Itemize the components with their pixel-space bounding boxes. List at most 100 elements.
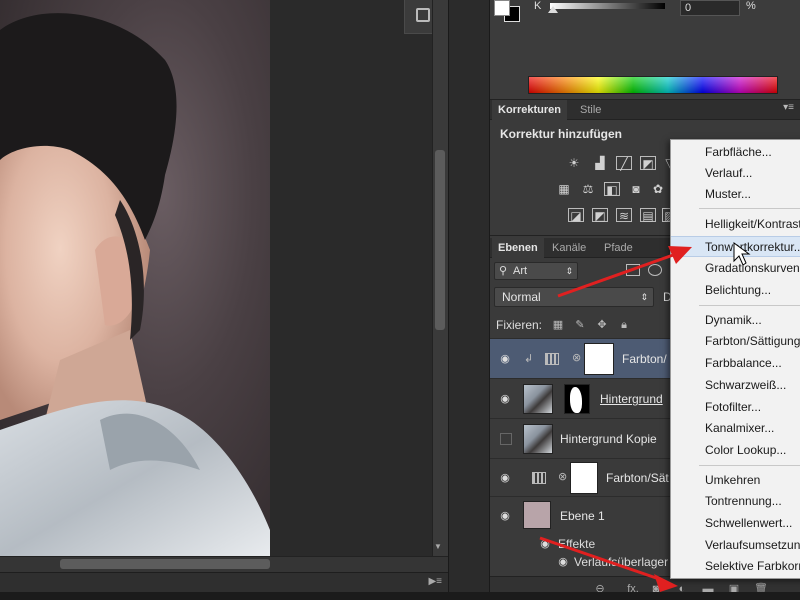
scroll-down-arrow-icon[interactable]: ▼ — [434, 542, 442, 551]
blend-mode-value: Normal — [502, 290, 541, 304]
menu-item-farbbalance[interactable]: Farbbalance... — [671, 353, 800, 374]
curves-icon[interactable]: ╱ — [616, 156, 632, 171]
layer-filter-select[interactable]: ⚲ Art ⇕ — [494, 262, 578, 280]
tab-kanaele[interactable]: Kanäle — [546, 238, 592, 258]
lock-all-icon[interactable]: 🔒︎ — [618, 319, 630, 331]
layer-name[interactable]: Ebene 1 — [560, 509, 605, 523]
k-channel-slider[interactable] — [550, 3, 665, 9]
layer-mask-thumbnail[interactable] — [570, 462, 598, 494]
percent-label: % — [746, 0, 756, 12]
lock-label: Fixieren: — [496, 318, 543, 332]
menu-item-dynamik[interactable]: Dynamik... — [671, 310, 800, 331]
portrait-photo — [0, 13, 270, 556]
filter-adjustment-icon[interactable] — [648, 264, 662, 276]
search-icon: ⚲ — [499, 265, 508, 277]
tab-ebenen[interactable]: Ebenen — [492, 238, 544, 258]
effects-label[interactable]: Effekte — [558, 537, 595, 551]
layer-mask-thumbnail[interactable] — [584, 343, 614, 375]
status-menu-icon[interactable]: ▶≡ — [428, 576, 442, 587]
filter-pixel-icon[interactable] — [626, 264, 640, 276]
menu-item-kanalmixer[interactable]: Kanalmixer... — [671, 418, 800, 439]
chain-link-icon[interactable]: ⊗ — [572, 351, 581, 364]
k-slider-thumb[interactable] — [548, 6, 558, 13]
channel-mixer-icon[interactable]: ✿ — [650, 182, 666, 196]
photo-filter-icon[interactable]: ◙ — [628, 182, 644, 196]
layer-thumbnail[interactable] — [523, 501, 551, 529]
lock-move-icon[interactable]: ✥ — [596, 319, 608, 331]
sun-icon[interactable]: ☀ — [566, 156, 582, 170]
invert-icon[interactable]: ◪ — [568, 208, 584, 223]
tab-pfade[interactable]: Pfade — [598, 238, 639, 258]
adjustments-tabbar: Korrekturen Stile ▾≡ — [490, 100, 800, 120]
panel-menu-icon[interactable]: ▾≡ — [783, 102, 794, 113]
menu-item-helligkeit-kontrast[interactable]: Helligkeit/Kontrast... — [671, 214, 800, 235]
layer-name[interactable]: Hintergrund — [600, 392, 663, 406]
menu-item-tontrennung[interactable]: Tontrennung... — [671, 491, 800, 512]
eye-icon[interactable]: ◉ — [498, 471, 512, 485]
effect-item[interactable]: Verlaufsüberlager — [574, 555, 668, 569]
tab-korrekturen[interactable]: Korrekturen — [492, 100, 567, 120]
menu-item-schwellenwert[interactable]: Schwellenwert... — [671, 513, 800, 534]
adjustment-layer-icon — [532, 472, 546, 484]
menu-item-farbflaeche[interactable]: Farbfläche... — [671, 142, 800, 163]
menu-item-belichtung[interactable]: Belichtung... — [671, 280, 800, 301]
menu-item-fotofilter[interactable]: Fotofilter... — [671, 397, 800, 418]
lock-transparent-icon[interactable]: ▦ — [552, 319, 564, 331]
tab-stile[interactable]: Stile — [574, 100, 607, 120]
layer-thumbnail[interactable] — [523, 424, 553, 454]
blend-mode-select[interactable]: Normal ⇕ — [494, 287, 654, 307]
menu-separator — [699, 208, 800, 209]
eye-icon[interactable]: ◉ — [498, 352, 512, 366]
menu-item-tonwertkorrektur[interactable]: Tonwertkorrektur... — [671, 236, 800, 257]
document-canvas[interactable] — [0, 0, 270, 556]
hue-saturation-icon[interactable]: ▦ — [556, 182, 572, 196]
lock-brush-icon[interactable]: ✎ — [574, 319, 586, 331]
color-panel: K 0 % — [490, 0, 800, 100]
menu-item-verlauf[interactable]: Verlauf... — [671, 163, 800, 184]
menu-item-gradationskurven[interactable]: Gradationskurven... — [671, 258, 800, 279]
panel-divider — [448, 0, 490, 600]
layer-name[interactable]: Farbton/ — [622, 352, 667, 366]
menu-separator — [699, 465, 800, 466]
posterize-icon[interactable]: ◩ — [592, 208, 608, 223]
menu-item-farbton-saettigung[interactable]: Farbton/Sättigung... — [671, 331, 800, 352]
k-value-field[interactable]: 0 — [680, 0, 740, 16]
eye-icon[interactable]: ◉ — [498, 509, 512, 523]
menu-item-selektive-farbkorrektur[interactable]: Selektive Farbkorrektur... — [671, 556, 800, 577]
levels-icon[interactable]: ▟ — [592, 156, 608, 170]
layer-name[interactable]: Farbton/Sät — [606, 471, 669, 485]
exposure-icon[interactable]: ◩ — [640, 156, 656, 171]
status-bar: ▶≡ — [0, 572, 448, 592]
layer-mask-thumbnail[interactable] — [564, 384, 590, 414]
adjustments-title: Korrektur hinzufügen — [500, 127, 622, 141]
menu-item-muster[interactable]: Muster... — [671, 184, 800, 205]
visibility-toggle-off[interactable] — [500, 433, 512, 445]
menu-item-color-lookup[interactable]: Color Lookup... — [671, 440, 800, 461]
adjustment-menu: Farbfläche... Verlauf... Muster... Helli… — [670, 139, 800, 579]
menu-item-schwarzweiss[interactable]: Schwarzweiß... — [671, 375, 800, 396]
pasteboard — [270, 0, 432, 556]
horizontal-scroll-thumb[interactable] — [60, 559, 270, 569]
k-channel-label: K — [534, 0, 542, 12]
chain-link-icon[interactable]: ⊗ — [558, 470, 567, 483]
eye-icon[interactable]: ◉ — [498, 392, 512, 406]
layer-filter-value: Art — [513, 265, 528, 277]
color-balance-icon[interactable]: ⚖ — [580, 182, 596, 196]
menu-separator — [699, 305, 800, 306]
layer-name[interactable]: Hintergrund Kopie — [560, 432, 657, 446]
threshold-icon[interactable]: ≋ — [616, 208, 632, 223]
eye-icon[interactable]: ◉ — [538, 537, 552, 551]
clip-arrow-icon: ↲ — [524, 353, 534, 365]
adjustment-layer-icon — [545, 353, 559, 365]
color-spectrum-bar[interactable] — [528, 76, 778, 94]
layer-thumbnail[interactable] — [523, 384, 553, 414]
gradient-map-icon[interactable]: ▤ — [640, 208, 656, 223]
menu-item-verlaufsumsetzung[interactable]: Verlaufsumsetzung... — [671, 535, 800, 556]
menu-item-umkehren[interactable]: Umkehren — [671, 470, 800, 491]
eye-icon[interactable]: ◉ — [556, 555, 570, 569]
chevron-updown-icon: ⇕ — [565, 266, 573, 276]
bw-icon[interactable]: ◧ — [604, 182, 620, 197]
foreground-color-swatch[interactable] — [494, 0, 510, 16]
vertical-scroll-thumb[interactable] — [435, 150, 445, 330]
bottom-strip — [0, 592, 800, 600]
